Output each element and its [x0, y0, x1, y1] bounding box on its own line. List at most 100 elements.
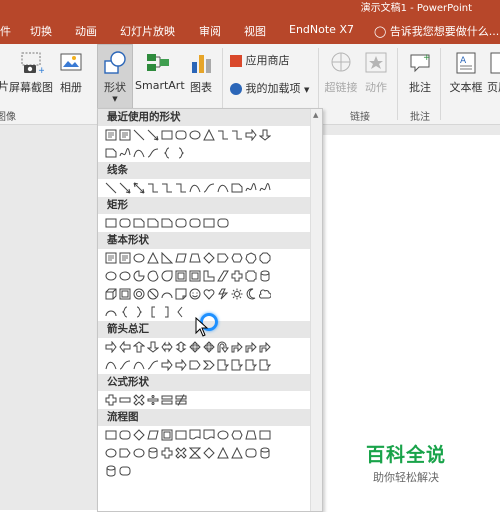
shape-lconn-icon[interactable] [217, 129, 229, 141]
shape-lshape-icon[interactable] [203, 270, 215, 282]
shape-roundrect-icon[interactable] [119, 465, 131, 477]
shape-minus-icon[interactable] [119, 394, 131, 406]
shape-callout-icon[interactable] [231, 359, 243, 371]
shape-rbrack-icon[interactable] [161, 306, 173, 318]
shape-lconn-icon[interactable] [161, 182, 173, 194]
shape-mult-icon[interactable] [133, 394, 145, 406]
shape-para-icon[interactable] [147, 429, 159, 441]
shape-curve-icon[interactable] [133, 359, 145, 371]
shapes-button[interactable]: 形状 ▼ [97, 44, 133, 109]
shape-uturn-icon[interactable] [217, 341, 229, 353]
shape-bent-icon[interactable] [231, 341, 243, 353]
shape-trap-icon[interactable] [245, 429, 257, 441]
scroll-up-icon[interactable]: ▲ [313, 111, 318, 119]
shape-hourglass-icon[interactable] [189, 447, 201, 459]
shape-heart-icon[interactable] [203, 288, 215, 300]
shape-can-icon[interactable] [259, 270, 271, 282]
gallery-scrollbar[interactable]: ▲ [310, 109, 322, 511]
shape-pent-icon[interactable] [217, 252, 229, 264]
shape-scribble-icon[interactable] [259, 182, 271, 194]
shape-diamond-icon[interactable] [203, 252, 215, 264]
album-button[interactable]: 相册 [56, 50, 86, 95]
shape-bolt-icon[interactable] [217, 288, 229, 300]
shape-snip-icon[interactable] [161, 217, 173, 229]
shape-sun-icon[interactable] [231, 288, 243, 300]
shape-frame-icon[interactable] [175, 270, 187, 282]
store-button[interactable]: 应用商店 [230, 52, 290, 68]
shape-bent-icon[interactable] [245, 341, 257, 353]
shape-roundrect-icon[interactable] [189, 217, 201, 229]
shape-eq-icon[interactable] [161, 394, 173, 406]
shape-pent-icon[interactable] [119, 447, 131, 459]
shape-snip-icon[interactable] [147, 217, 159, 229]
tab-slideshow[interactable]: 幻灯片放映 [120, 23, 175, 39]
shape-mult-icon[interactable] [175, 447, 187, 459]
shape-cross-icon[interactable] [161, 447, 173, 459]
shape-tear-icon[interactable] [161, 270, 173, 282]
tab-view[interactable]: 视图 [244, 23, 266, 39]
shape-ln-icon[interactable] [105, 182, 117, 194]
shape-rect-icon[interactable] [259, 429, 271, 441]
shape-curve2-icon[interactable] [147, 359, 159, 371]
shape-arc-icon[interactable] [161, 288, 173, 300]
shape-diamond-icon[interactable] [133, 429, 145, 441]
shape-para-icon[interactable] [175, 252, 187, 264]
shape-moon-icon[interactable] [245, 288, 257, 300]
shape-frame-icon[interactable] [161, 429, 173, 441]
action-button[interactable]: 动作 [362, 50, 390, 95]
shape-bent-icon[interactable] [259, 341, 271, 353]
shape-arrowln-icon[interactable] [119, 182, 131, 194]
shape-tbox-icon[interactable] [105, 252, 117, 264]
shape-callout-icon[interactable] [245, 359, 257, 371]
shape-smile-icon[interactable] [189, 288, 201, 300]
shape-ln-icon[interactable] [133, 129, 145, 141]
shape-rarr-icon[interactable] [161, 359, 173, 371]
shape-noSym-icon[interactable] [147, 288, 159, 300]
shape-can-icon[interactable] [147, 447, 159, 459]
shape-tbox2-icon[interactable] [119, 129, 131, 141]
shape-frame-icon[interactable] [189, 270, 201, 282]
textbox-button[interactable]: A 文本框 [448, 50, 484, 95]
shape-curve-icon[interactable] [189, 182, 201, 194]
shape-cube-icon[interactable] [105, 288, 117, 300]
hyperlink-button[interactable]: 超链接 [324, 50, 358, 95]
shape-curve2-icon[interactable] [147, 147, 159, 159]
shape-rect-icon[interactable] [105, 429, 117, 441]
shape-snip-icon[interactable] [105, 147, 117, 159]
comment-button[interactable]: + 批注 [406, 50, 434, 95]
shape-curve-icon[interactable] [105, 359, 117, 371]
shape-tbox-icon[interactable] [105, 129, 117, 141]
shape-can-icon[interactable] [259, 447, 271, 459]
shape-uarr-icon[interactable] [133, 341, 145, 353]
shape-tri-icon[interactable] [217, 447, 229, 459]
shape-rarr-icon[interactable] [245, 129, 257, 141]
shape-rbrace-icon[interactable] [133, 306, 145, 318]
shape-lbrack-icon[interactable] [147, 306, 159, 318]
shape-frame-icon[interactable] [119, 288, 131, 300]
shape-diag-icon[interactable] [217, 270, 229, 282]
shape-chord-icon[interactable] [147, 270, 159, 282]
shape-quad-icon[interactable] [189, 341, 201, 353]
tab-transitions[interactable]: 切换 [30, 23, 52, 39]
shape-tri-icon[interactable] [147, 252, 159, 264]
shape-scribble-icon[interactable] [119, 147, 131, 159]
shape-hept-icon[interactable] [245, 252, 257, 264]
shape-pent-icon[interactable] [189, 359, 201, 371]
shape-lbrace-icon[interactable] [161, 147, 173, 159]
shape-roundrect-icon[interactable] [175, 217, 187, 229]
shape-curve-icon[interactable] [133, 147, 145, 159]
shape-roundrect-icon[interactable] [175, 129, 187, 141]
shape-rect-icon[interactable] [175, 429, 187, 441]
shape-can-icon[interactable] [105, 465, 117, 477]
tell-me-box[interactable]: ◯ 告诉我您想要做什么... [374, 23, 499, 39]
shape-tri-icon[interactable] [231, 447, 243, 459]
shape-callout-icon[interactable] [217, 359, 229, 371]
shape-cross-icon[interactable] [231, 270, 243, 282]
shape-oct-icon[interactable] [259, 252, 271, 264]
shape-donut-icon[interactable] [133, 288, 145, 300]
shape-hex-icon[interactable] [231, 429, 243, 441]
shape-darr-icon[interactable] [147, 341, 159, 353]
shape-chev-icon[interactable] [203, 359, 215, 371]
screenshot-button[interactable]: + 屏幕截图 [8, 50, 54, 95]
shape-doc-icon[interactable] [189, 429, 201, 441]
